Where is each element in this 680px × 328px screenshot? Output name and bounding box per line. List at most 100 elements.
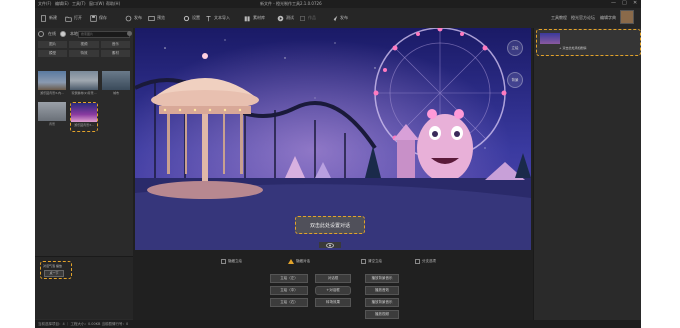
settings-label: 设置 [192, 15, 200, 20]
menu-tools[interactable]: 工具(T) [72, 1, 86, 7]
preview-icon [148, 15, 155, 21]
thumbnail-item[interactable]: 游乐园背景3-内... [38, 71, 66, 99]
send-button[interactable]: 发布 [331, 12, 348, 24]
dialog-box-button[interactable]: 对话框 [315, 274, 351, 283]
thumbnail-caption: 背景 [48, 122, 55, 126]
thumbnail-image [38, 71, 66, 90]
main-toolbar: 新建 打开 保存 发布 预览 设置 文本导入 素材库 测试 作品 发布 工具教程… [35, 8, 641, 29]
hide-portrait-option[interactable]: 隐藏立绘 [221, 259, 242, 264]
background-side-button[interactable]: 背景 [507, 72, 523, 88]
category-button[interactable]: 模型 [38, 50, 68, 57]
chip-button[interactable]: 点一下 [44, 270, 64, 277]
new-button[interactable]: 新建 [40, 12, 57, 24]
option-label: 分支选项 [422, 259, 436, 263]
thumbnail-caption: 游乐园背景3-内... [40, 91, 64, 95]
option-label: 隐藏对话 [296, 259, 310, 263]
settings-icon [183, 15, 190, 21]
warning-icon [288, 259, 294, 264]
preview-button[interactable]: 预览 [148, 12, 165, 24]
thumbnail-grid: 游乐园背景3-内... 玩偶素材(2)背景... 城市 背景 游乐园背景3... [38, 71, 130, 132]
new-file-icon [41, 14, 46, 22]
thumbnail-item[interactable]: 城市 [102, 71, 130, 99]
tutorial-link[interactable]: 工具教程 [551, 15, 567, 21]
bubble-play-chip[interactable]: 对话气泡 播放 点一下 [40, 261, 72, 279]
portrait-center-button[interactable]: 立绘（中） [270, 286, 308, 295]
menu-edit[interactable]: 编辑(E) [55, 1, 69, 7]
category-button[interactable]: 音乐 [100, 41, 130, 48]
open-label: 打开 [74, 15, 82, 20]
search-icon[interactable] [127, 31, 132, 36]
dialog-box[interactable]: 双击此处设置对话 [295, 216, 365, 234]
publish-label: 发布 [134, 15, 142, 20]
window-title: 新文件 - 橙光制作工具2.1.0.0726 [260, 1, 322, 6]
text-import-label: 文本导入 [214, 15, 230, 20]
asset-panel: 在线 本地 搜索图片 图片 视频 音乐 模型 特效 素材 游乐园背景3-内...… [35, 28, 134, 320]
close-button[interactable]: ✕ [633, 0, 637, 6]
thumbnail-item[interactable]: 玩偶素材(2)背景... [70, 71, 98, 99]
text-import-button[interactable]: 文本导入 [205, 12, 230, 24]
open-button[interactable]: 打开 [65, 12, 82, 24]
slide-label: + 双击此处添加剧情 [559, 46, 587, 50]
play-video-button[interactable]: 播放视频 [365, 310, 399, 319]
slide-thumbnail [540, 33, 560, 44]
editor-center: 立绘 背景 双击此处设置对话 隐藏立绘 隐藏对话 清空立绘 分支选项 立绘（左）… [133, 28, 533, 320]
publish-icon [125, 15, 132, 21]
radio-local[interactable] [60, 31, 66, 37]
thumbnail-image [70, 71, 98, 90]
category-button[interactable]: 视频 [69, 41, 99, 48]
save-button[interactable]: 保存 [90, 12, 107, 24]
radio-online[interactable] [38, 31, 44, 37]
save-label: 保存 [99, 15, 107, 20]
category-button[interactable]: 特效 [69, 50, 99, 57]
options-row: 隐藏立绘 隐藏对话 清空立绘 分支选项 [133, 258, 533, 266]
works-icon [300, 15, 305, 21]
source-radio-group: 在线 本地 [38, 31, 78, 37]
portrait-left-button[interactable]: 立绘（左） [270, 274, 308, 283]
portrait-right-button[interactable]: 立绘（右） [270, 298, 308, 307]
publish-button[interactable]: 发布 [125, 12, 142, 24]
preview-label: 预览 [157, 15, 165, 20]
play-bgm-2-button[interactable]: 播放背景音乐 [365, 298, 399, 307]
add-dialog-button[interactable]: +对话框 [315, 286, 351, 295]
minimize-button[interactable]: — [611, 0, 616, 6]
category-button[interactable]: 图片 [38, 41, 68, 48]
test-play-icon [277, 15, 284, 21]
transition-button[interactable]: 转场效果 [315, 298, 351, 307]
settings-button[interactable]: 设置 [183, 12, 200, 24]
dictionary-link[interactable]: 编辑字典 [600, 15, 616, 21]
menu-help[interactable]: 帮助(H) [106, 1, 120, 7]
thumbnail-image [102, 71, 130, 90]
avatar[interactable] [620, 10, 634, 24]
thumbnail-item[interactable]: 背景 [38, 102, 66, 130]
checkbox[interactable] [361, 259, 366, 264]
eye-toggle[interactable] [319, 242, 341, 248]
portrait-side-button[interactable]: 立绘 [507, 40, 523, 56]
menu-file[interactable]: 文件(F) [38, 1, 51, 7]
thumbnail-image [38, 102, 66, 121]
checkbox[interactable] [415, 259, 420, 264]
text-import-icon [206, 15, 211, 21]
asset-library-button[interactable]: 素材库 [244, 12, 265, 24]
forum-link[interactable]: 橙光官方论坛 [571, 15, 595, 21]
maximize-button[interactable]: □ [622, 0, 627, 6]
search-input[interactable]: 搜索图片 [78, 31, 130, 38]
option-label: 隐藏立绘 [228, 259, 242, 263]
hide-dialog-option[interactable]: 隐藏对话 [288, 259, 310, 264]
test-button[interactable]: 测试 [277, 12, 294, 24]
asset-library-label: 素材库 [253, 15, 265, 20]
send-label: 发布 [340, 15, 348, 20]
thumbnail-caption: 玩偶素材(2)背景... [71, 91, 97, 95]
play-bgm-button[interactable]: 播放背景音乐 [365, 274, 399, 283]
category-button[interactable]: 素材 [100, 50, 130, 57]
title-bar: 文件(F) 编辑(E) 工具(T) 窗口(W) 帮助(H) 新文件 - 橙光制作… [35, 0, 641, 8]
menu-window[interactable]: 窗口(W) [89, 1, 104, 7]
branch-option[interactable]: 分支选项 [415, 259, 436, 264]
thumbnail-item-selected[interactable]: 游乐园背景3... [70, 102, 98, 132]
eye-icon [326, 242, 334, 248]
checkbox[interactable] [221, 259, 226, 264]
category-grid: 图片 视频 音乐 模型 特效 素材 [38, 41, 130, 57]
clear-portrait-option[interactable]: 清空立绘 [361, 259, 382, 264]
works-button[interactable]: 作品 [299, 12, 316, 24]
play-sfx-button[interactable]: 播放音效 [365, 286, 399, 295]
story-slide[interactable]: + 双击此处添加剧情 [536, 29, 641, 56]
